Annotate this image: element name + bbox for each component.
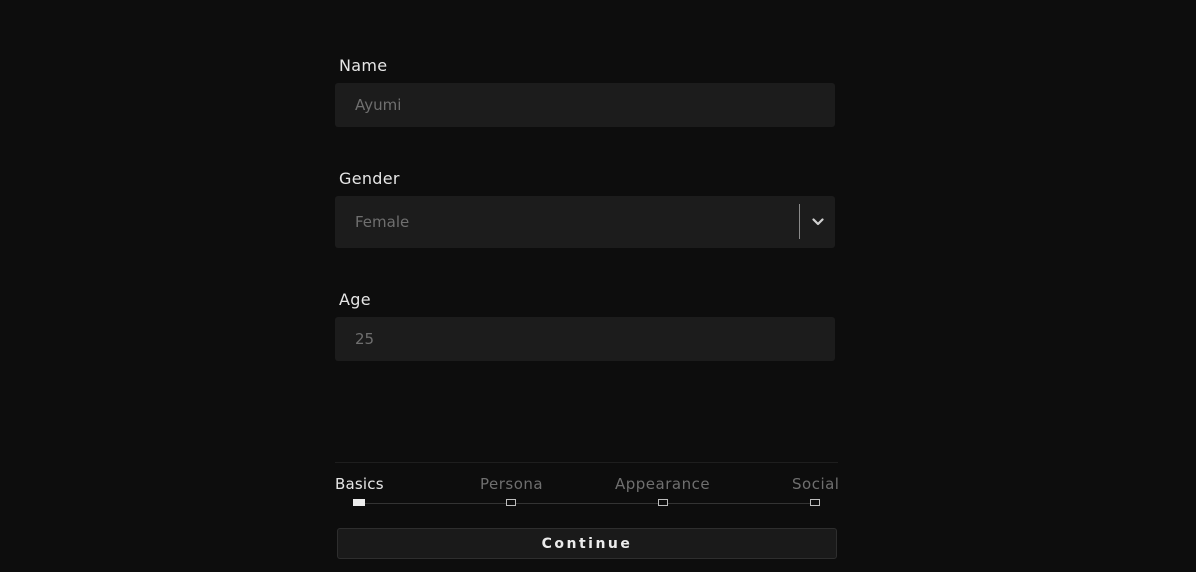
gender-select[interactable]: Female [335, 196, 835, 248]
continue-button[interactable]: Continue [337, 528, 837, 559]
age-input-placeholder: 25 [355, 330, 375, 348]
name-input-placeholder: Ayumi [355, 96, 402, 114]
name-input[interactable]: Ayumi [335, 83, 835, 127]
character-basics-form: Name Ayumi Gender Female Age 25 Basics P… [335, 0, 839, 572]
step-persona-marker[interactable] [506, 499, 516, 506]
step-persona-label[interactable]: Persona [480, 475, 543, 493]
name-label: Name [339, 56, 388, 75]
age-input[interactable]: 25 [335, 317, 835, 361]
gender-select-value: Female [355, 213, 410, 231]
step-appearance-label[interactable]: Appearance [615, 475, 710, 493]
gender-label: Gender [339, 169, 400, 188]
stepper-track [359, 503, 815, 504]
step-basics-marker[interactable] [353, 499, 365, 506]
step-appearance-marker[interactable] [658, 499, 668, 506]
step-basics-label[interactable]: Basics [335, 475, 384, 493]
chevron-down-icon[interactable] [800, 196, 835, 247]
section-divider [335, 462, 838, 463]
step-social-marker[interactable] [810, 499, 820, 506]
age-label: Age [339, 290, 371, 309]
step-social-label[interactable]: Social [792, 475, 839, 493]
